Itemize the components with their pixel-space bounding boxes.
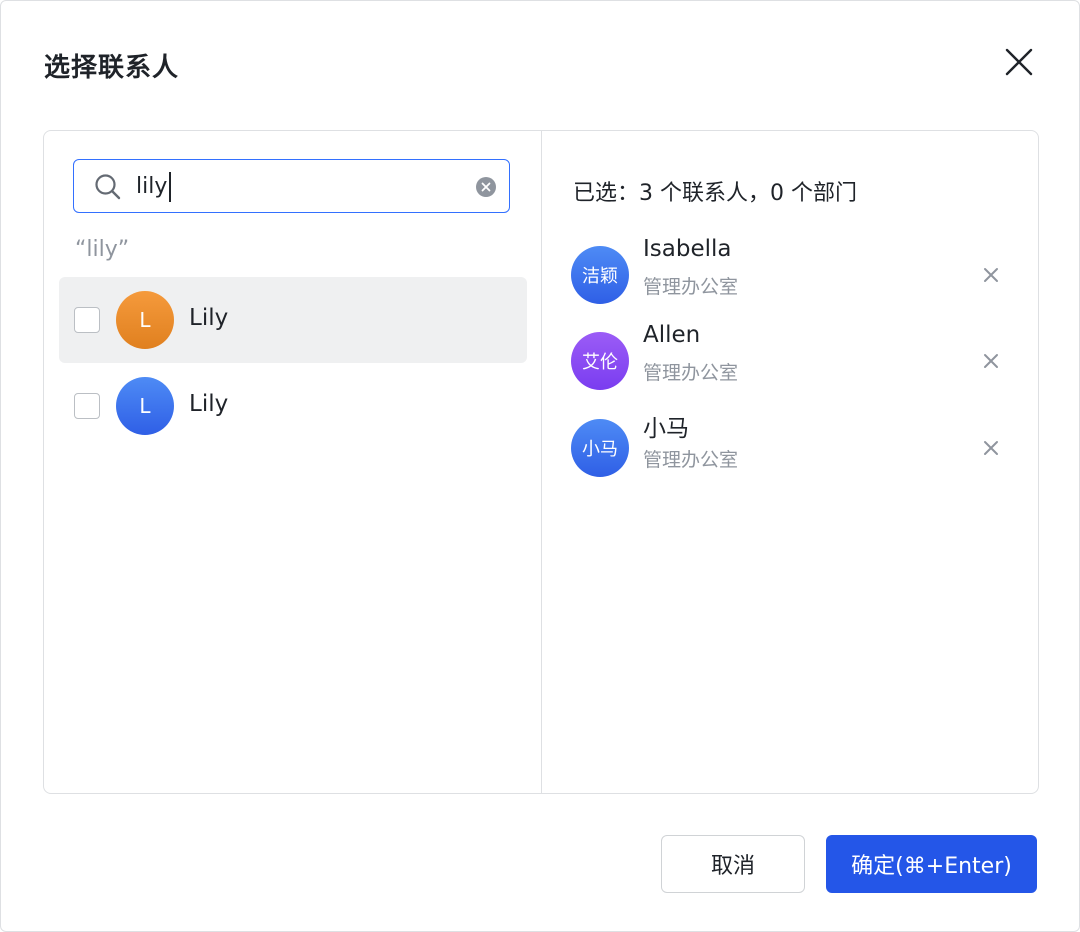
panel-divider xyxy=(541,131,542,793)
close-button[interactable] xyxy=(1000,43,1038,81)
remove-selected-button[interactable] xyxy=(980,437,1002,459)
remove-selected-button[interactable] xyxy=(980,264,1002,286)
selected-item: 洁颖 Isabella 管理办公室 xyxy=(571,236,1011,308)
result-name: Lily xyxy=(189,391,229,417)
avatar: L xyxy=(116,377,174,435)
text-caret xyxy=(169,172,171,202)
confirm-button[interactable]: 确定(⌘+Enter) xyxy=(826,835,1037,893)
cancel-button[interactable]: 取消 xyxy=(661,835,805,893)
dialog-title: 选择联系人 xyxy=(44,53,180,83)
remove-selected-button[interactable] xyxy=(980,350,1002,372)
avatar: L xyxy=(116,291,174,349)
search-input[interactable] xyxy=(136,170,456,202)
clear-search-button[interactable] xyxy=(476,177,496,197)
avatar: 小马 xyxy=(571,419,629,477)
result-row[interactable]: L Lily xyxy=(59,277,527,363)
close-icon xyxy=(1005,48,1033,76)
close-icon xyxy=(984,268,998,282)
close-icon xyxy=(984,354,998,368)
avatar-text: 艾伦 xyxy=(582,352,618,373)
selected-name: 小马 xyxy=(643,416,689,442)
clear-circle-icon xyxy=(481,182,491,192)
search-icon xyxy=(95,174,121,200)
avatar-text: 小马 xyxy=(582,439,618,460)
selected-name: Allen xyxy=(643,322,701,348)
selected-department: 管理办公室 xyxy=(643,362,739,384)
search-box[interactable] xyxy=(73,159,510,213)
avatar: 洁颖 xyxy=(571,246,629,304)
result-row[interactable]: L Lily xyxy=(59,363,527,449)
avatar: 艾伦 xyxy=(571,332,629,390)
selected-department: 管理办公室 xyxy=(643,276,739,298)
selected-department: 管理办公室 xyxy=(643,449,739,471)
result-checkbox[interactable] xyxy=(74,393,100,419)
contact-picker-panel: “lily” L Lily L Lily 已选：3 个联系人，0 个部门 洁颖 … xyxy=(43,130,1039,794)
close-icon xyxy=(984,441,998,455)
select-contacts-dialog: 选择联系人 “lily” L Lily xyxy=(0,0,1080,932)
selected-item: 小马 小马 管理办公室 xyxy=(571,415,1011,481)
selected-name: Isabella xyxy=(643,236,732,262)
avatar-text: 洁颖 xyxy=(582,266,618,287)
selected-item: 艾伦 Allen 管理办公室 xyxy=(571,322,1011,394)
result-name: Lily xyxy=(189,305,229,331)
selected-summary: 已选：3 个联系人，0 个部门 xyxy=(573,181,857,206)
avatar-initial: L xyxy=(139,394,151,418)
avatar-initial: L xyxy=(139,308,151,332)
search-query-label: “lily” xyxy=(75,237,130,262)
result-checkbox[interactable] xyxy=(74,307,100,333)
